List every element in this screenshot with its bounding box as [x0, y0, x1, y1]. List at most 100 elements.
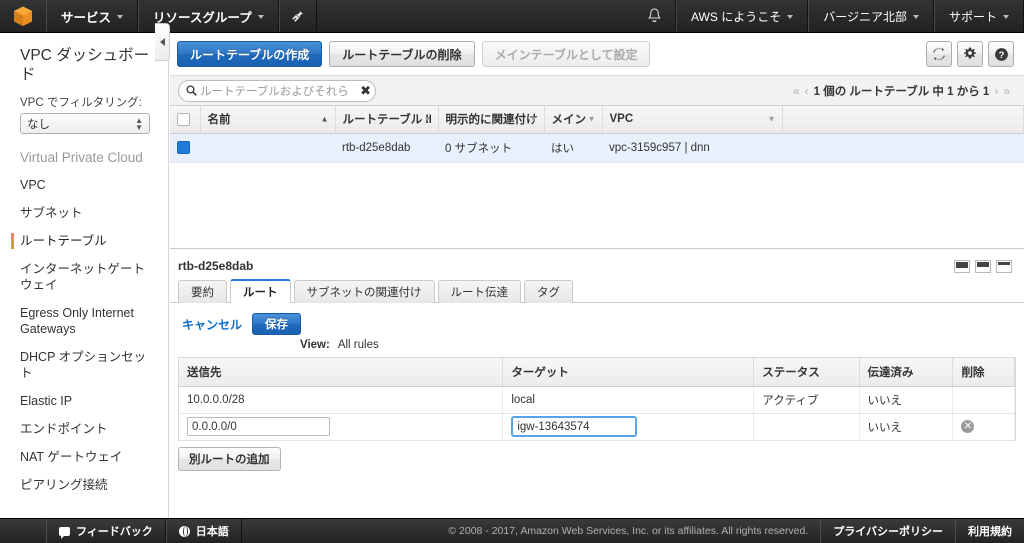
- cancel-button[interactable]: キャンセル: [182, 316, 242, 333]
- notifications-button[interactable]: [634, 0, 676, 32]
- search-placeholder: ルートテーブルおよびそれら: [200, 85, 349, 98]
- grid-col-name[interactable]: 名前 ▲: [200, 106, 336, 134]
- sidebar-group-label-security: セキュリティ: [0, 499, 168, 518]
- nav-services[interactable]: サービス: [46, 0, 139, 32]
- terms-of-use-link[interactable]: 利用規約: [955, 519, 1024, 543]
- routes-actions: キャンセル 保存: [170, 303, 1024, 335]
- grid-col-vpc[interactable]: VPC ▼: [602, 106, 783, 134]
- pager-last-button[interactable]: »: [1003, 84, 1010, 98]
- grid-col-vpc-label: VPC: [609, 113, 634, 126]
- detail-panel-title: rtb-d25e8dab: [178, 259, 254, 273]
- settings-button[interactable]: [957, 41, 983, 67]
- row-name: [200, 133, 335, 163]
- grid-col-route-table-id-label: ルートテーブル ID: [342, 114, 431, 127]
- row-checkbox[interactable]: [177, 141, 190, 154]
- chevron-down-icon: [257, 15, 264, 19]
- vpc-filter-select[interactable]: なし ▲ ▼: [20, 113, 150, 134]
- view-label: View:: [300, 339, 330, 351]
- nav-pin-button[interactable]: [278, 0, 317, 32]
- sidebar-collapse-button[interactable]: [155, 23, 170, 61]
- save-button[interactable]: 保存: [252, 313, 302, 335]
- tab-route-propagation[interactable]: ルート伝達: [437, 280, 521, 303]
- grid-header-row: 名前 ▲ ルートテーブル ID ▼ 明示的に関連付けら ▼ メイン ▼: [170, 106, 1024, 134]
- clear-x-icon[interactable]: ✖: [359, 84, 371, 97]
- route-destination-cell[interactable]: [179, 413, 504, 441]
- chevron-down-icon: [787, 15, 794, 19]
- tab-subnet-associations[interactable]: サブネットの関連付け: [293, 280, 435, 303]
- sidebar-item-nat-gateways[interactable]: NAT ゲートウェイ: [0, 443, 168, 471]
- grid-col-explicit-association[interactable]: 明示的に関連付けら ▼: [438, 106, 545, 134]
- panel-size-medium-icon[interactable]: [975, 259, 991, 273]
- grid-col-explicit-association-label: 明示的に関連付けら: [445, 114, 537, 127]
- select-all-header[interactable]: [170, 106, 201, 134]
- sidebar-item-endpoints[interactable]: エンドポイント: [0, 415, 168, 443]
- nav-support-label: サポート: [948, 9, 997, 24]
- search-icon: [186, 85, 197, 96]
- sidebar-item-egress-only-internet-gateways[interactable]: Egress Only Internet Gateways: [0, 299, 168, 343]
- svg-text:?: ?: [998, 50, 1004, 61]
- tab-summary[interactable]: 要約: [178, 280, 227, 303]
- route-destination-input[interactable]: [187, 417, 330, 436]
- route-row-new[interactable]: いいえ ✕: [179, 413, 1015, 441]
- panel-size-large-icon[interactable]: [996, 259, 1012, 273]
- sidebar-item-dhcp-options-sets[interactable]: DHCP オプションセット: [0, 343, 168, 387]
- select-arrows-icon: ▲ ▼: [135, 115, 143, 132]
- sidebar-item-internet-gateways[interactable]: インターネットゲートウェイ: [0, 255, 168, 299]
- route-target-input[interactable]: [511, 416, 638, 437]
- routes-table-wrapper: 送信先 ターゲット ステータス 伝達済み 削除 10.0.0.0/28 loca…: [178, 357, 1016, 441]
- tab-tags[interactable]: タグ: [524, 280, 573, 303]
- chevron-down-icon: [912, 15, 919, 19]
- nav-support-menu[interactable]: サポート: [933, 0, 1024, 32]
- aws-logo[interactable]: [0, 0, 46, 32]
- globe-icon: [178, 525, 190, 537]
- refresh-icon: [933, 47, 945, 61]
- grid-col-main[interactable]: メイン ▼: [544, 106, 603, 134]
- route-target-cell[interactable]: [502, 413, 755, 441]
- sidebar-item-peering-connections[interactable]: ピアリング接続: [0, 471, 168, 499]
- route-tables-grid: 名前 ▲ ルートテーブル ID ▼ 明示的に関連付けら ▼ メイン ▼: [170, 106, 1024, 163]
- main-content: ルートテーブルの作成 ルートテーブルの削除 メインテーブルとして設定 ? ルート…: [170, 33, 1024, 518]
- pager-next-button[interactable]: ›: [994, 84, 998, 98]
- add-another-route-button[interactable]: 別ルートの追加: [178, 446, 281, 471]
- detail-tabs: 要約 ルート サブネットの関連付け ルート伝達 タグ: [170, 273, 1024, 303]
- remove-route-icon[interactable]: ✕: [961, 420, 975, 433]
- delete-route-table-button[interactable]: ルートテーブルの削除: [329, 41, 475, 67]
- pin-icon: [292, 10, 303, 22]
- vpc-filter-value: なし: [27, 118, 50, 131]
- view-value[interactable]: All rules: [338, 339, 379, 351]
- sidebar-item-vpc[interactable]: VPC: [0, 171, 168, 199]
- select-all-checkbox[interactable]: [177, 112, 190, 126]
- pager-prev-button[interactable]: ‹: [805, 84, 809, 98]
- set-main-table-button[interactable]: メインテーブルとして設定: [481, 41, 651, 67]
- grid-col-route-table-id[interactable]: ルートテーブル ID ▼: [335, 106, 439, 134]
- toolbar-icon-group: ?: [926, 41, 1014, 67]
- search-input[interactable]: ルートテーブルおよびそれら ✖: [178, 79, 376, 102]
- panel-size-small-icon[interactable]: [954, 259, 970, 273]
- aws-vpc-console: サービス リソースグループ AWS にようこそ バージニア北部 サポート VPC…: [0, 0, 1024, 543]
- sidebar-item-elastic-ip[interactable]: Elastic IP: [0, 387, 168, 415]
- privacy-policy-link[interactable]: プライバシーポリシー: [820, 519, 955, 543]
- collapse-left-icon: [159, 38, 165, 46]
- pager-first-button[interactable]: «: [793, 84, 800, 98]
- language-button[interactable]: 日本語: [165, 519, 242, 543]
- routes-header-row: 送信先 ターゲット ステータス 伝達済み 削除: [179, 358, 1015, 387]
- tab-routes[interactable]: ルート: [230, 279, 291, 303]
- row-select-cell[interactable]: [170, 133, 200, 163]
- nav-region-menu[interactable]: バージニア北部: [808, 0, 934, 32]
- bell-icon: [647, 8, 662, 23]
- sidebar-item-route-tables[interactable]: ルートテーブル: [0, 227, 168, 255]
- table-row[interactable]: rtb-d25e8dab 0 サブネット はい vpc-3159c957 | d…: [170, 133, 1024, 163]
- feedback-button[interactable]: フィードバック: [46, 519, 166, 543]
- row-explicit-association: 0 サブネット: [438, 133, 544, 163]
- create-route-table-button[interactable]: ルートテーブルの作成: [177, 41, 323, 67]
- nav-account-menu[interactable]: AWS にようこそ: [675, 0, 809, 32]
- refresh-button[interactable]: [926, 41, 952, 67]
- route-destination-local: 10.0.0.0/28: [179, 386, 504, 414]
- route-delete-cell[interactable]: ✕: [952, 413, 1015, 441]
- aws-cube-icon: [14, 6, 32, 26]
- sidebar-item-subnets[interactable]: サブネット: [0, 199, 168, 227]
- help-icon: ?: [994, 47, 1008, 61]
- nav-region-label: バージニア北部: [823, 9, 907, 24]
- help-button[interactable]: ?: [988, 41, 1014, 67]
- panel-size-controls: [954, 259, 1012, 273]
